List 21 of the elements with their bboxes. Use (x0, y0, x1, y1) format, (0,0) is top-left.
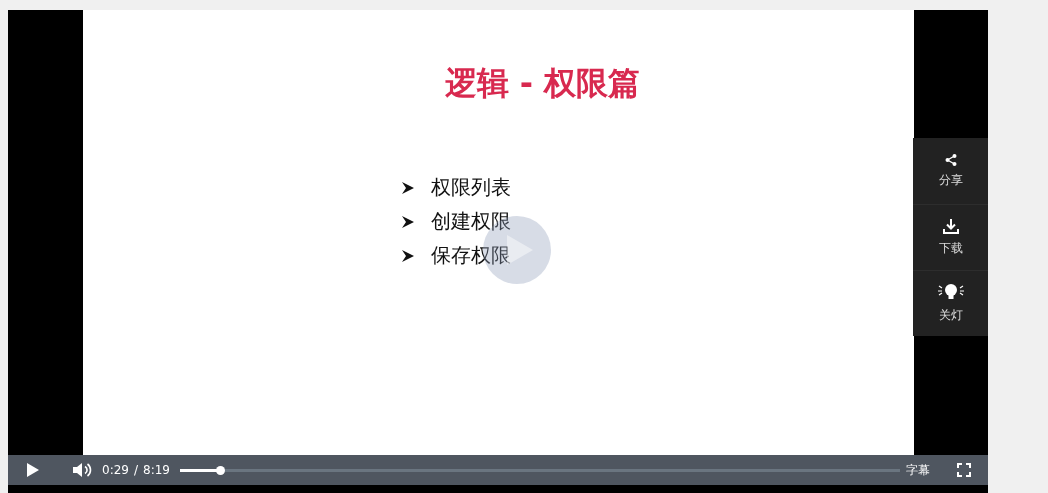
progress-handle[interactable] (215, 465, 225, 475)
play-icon (27, 463, 39, 477)
progress-track[interactable] (179, 468, 900, 472)
slide-title: 逻辑 - 权限篇 (444, 63, 641, 104)
share-icon (944, 154, 957, 166)
time-separator: / (133, 463, 138, 477)
fullscreen-icon (957, 463, 971, 477)
duration: 8:19 (143, 463, 170, 477)
volume-button[interactable] (72, 462, 92, 478)
volume-icon (72, 462, 92, 478)
arrow-bullet-icon (400, 214, 415, 229)
subtitles-button[interactable]: 字幕 (906, 461, 930, 479)
bullet-text: 保存权限 (430, 242, 511, 269)
bullet-text: 创建权限 (430, 208, 511, 235)
arrow-bullet-icon (400, 180, 415, 195)
fullscreen-button[interactable] (956, 463, 972, 477)
download-icon (942, 218, 959, 234)
current-time: 0:29 (102, 463, 129, 477)
bullet-text: 权限列表 (430, 174, 511, 201)
light-bulb-icon (937, 283, 964, 301)
arrow-bullet-icon (400, 248, 415, 263)
